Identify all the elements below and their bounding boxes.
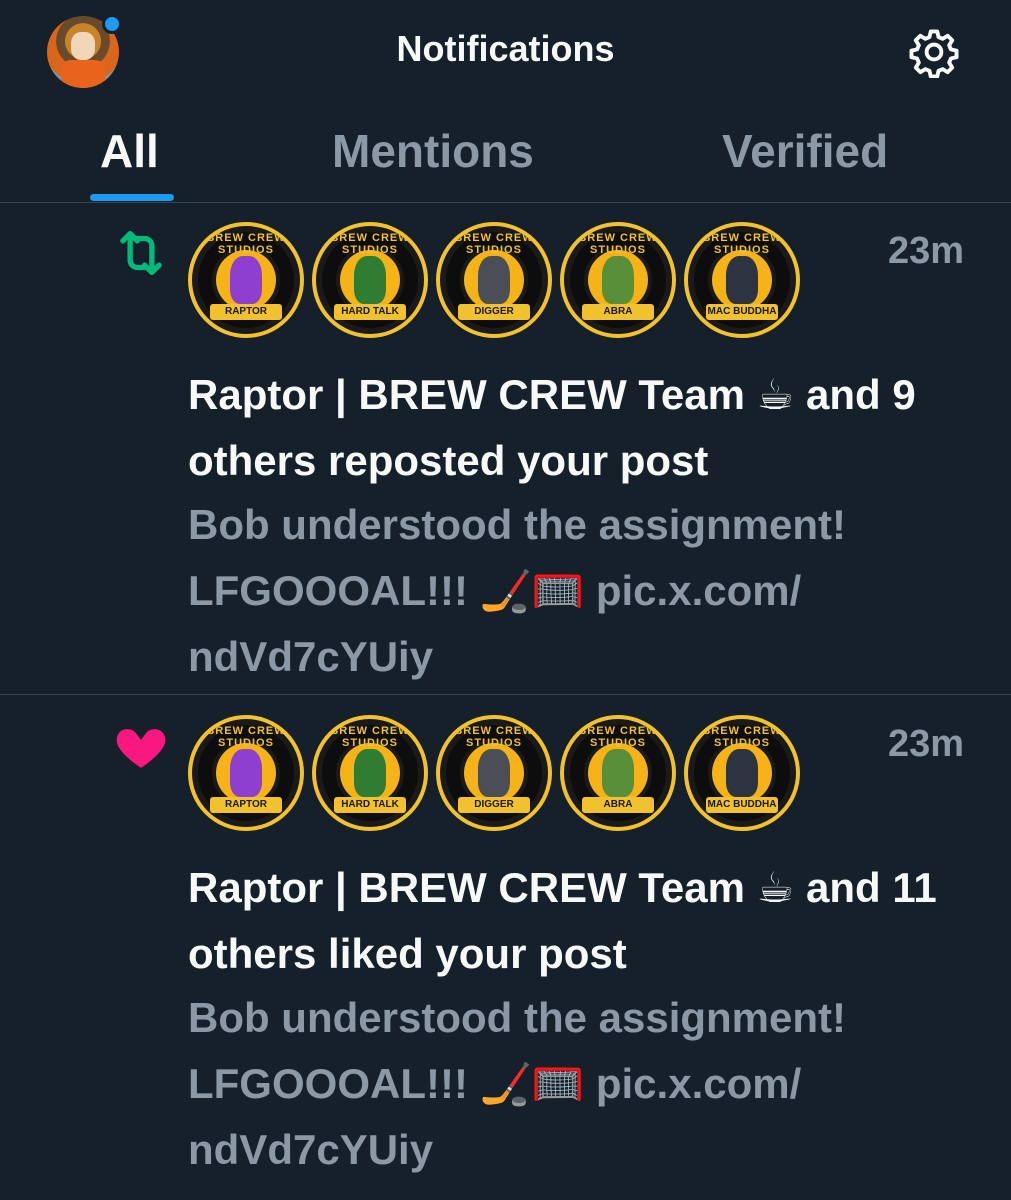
- badge-caption: BREW CREW STUDIOS: [454, 725, 534, 749]
- avatar-raptor[interactable]: BREW CREW STUDIOS RAPTOR: [188, 715, 304, 831]
- active-tab-indicator: [90, 194, 174, 201]
- avatar-mac-buddha[interactable]: BREW CREW STUDIOS MAC BUDDHA: [684, 222, 800, 338]
- post-preview[interactable]: Bob understood the assignment! LFGOOOAL!…: [188, 985, 978, 1183]
- tab-mentions[interactable]: Mentions: [332, 124, 534, 178]
- badge-name: MAC BUDDHA: [706, 797, 778, 813]
- badge-name: DIGGER: [458, 797, 530, 813]
- badge-name: HARD TALK: [334, 797, 406, 813]
- repost-icon: [120, 231, 162, 275]
- notification-repost[interactable]: 23m BREW CREW STUDIOS RAPTOR BREW CREW S…: [0, 202, 1011, 695]
- badge-caption: BREW CREW STUDIOS: [206, 232, 286, 256]
- avatar-digger[interactable]: BREW CREW STUDIOS DIGGER: [436, 715, 552, 831]
- avatar-abra[interactable]: BREW CREW STUDIOS ABRA: [560, 222, 676, 338]
- avatar-hard-talk[interactable]: BREW CREW STUDIOS HARD TALK: [312, 222, 428, 338]
- badge-name: DIGGER: [458, 304, 530, 320]
- badge-caption: BREW CREW STUDIOS: [206, 725, 286, 749]
- top-bar: Notifications: [0, 0, 1011, 100]
- avatar-raptor[interactable]: BREW CREW STUDIOS RAPTOR: [188, 222, 304, 338]
- notification-headline: Raptor | BREW CREW Team ☕ and 11 others …: [188, 864, 937, 977]
- notification-headline: Raptor | BREW CREW Team ☕ and 9 others r…: [188, 371, 916, 484]
- badge-name: MAC BUDDHA: [706, 304, 778, 320]
- timestamp: 23m: [888, 230, 965, 272]
- gear-icon[interactable]: [908, 26, 960, 78]
- badge-caption: BREW CREW STUDIOS: [578, 232, 658, 256]
- heart-icon: [116, 729, 166, 768]
- timestamp: 23m: [888, 723, 965, 765]
- tab-all[interactable]: All: [100, 124, 159, 178]
- badge-name: RAPTOR: [210, 797, 282, 813]
- page-title: Notifications: [396, 28, 615, 69]
- badge-name: ABRA: [582, 797, 654, 813]
- badge-caption: BREW CREW STUDIOS: [702, 232, 782, 256]
- post-preview[interactable]: Bob understood the assignment! LFGOOOAL!…: [188, 492, 978, 690]
- avatar-abra[interactable]: BREW CREW STUDIOS ABRA: [560, 715, 676, 831]
- badge-caption: BREW CREW STUDIOS: [702, 725, 782, 749]
- avatar-hard-talk[interactable]: BREW CREW STUDIOS HARD TALK: [312, 715, 428, 831]
- tab-verified[interactable]: Verified: [722, 124, 888, 178]
- badge-name: RAPTOR: [210, 304, 282, 320]
- badge-caption: BREW CREW STUDIOS: [578, 725, 658, 749]
- badge-name: ABRA: [582, 304, 654, 320]
- badge-caption: BREW CREW STUDIOS: [330, 232, 410, 256]
- avatar-mac-buddha[interactable]: BREW CREW STUDIOS MAC BUDDHA: [684, 715, 800, 831]
- badge-name: HARD TALK: [334, 304, 406, 320]
- notification-like[interactable]: 23m BREW CREW STUDIOS RAPTOR BREW CREW S…: [0, 695, 1011, 1187]
- avatar-digger[interactable]: BREW CREW STUDIOS DIGGER: [436, 222, 552, 338]
- notification-tabs: All Mentions Verified: [0, 100, 1011, 203]
- badge-caption: BREW CREW STUDIOS: [454, 232, 534, 256]
- badge-caption: BREW CREW STUDIOS: [330, 725, 410, 749]
